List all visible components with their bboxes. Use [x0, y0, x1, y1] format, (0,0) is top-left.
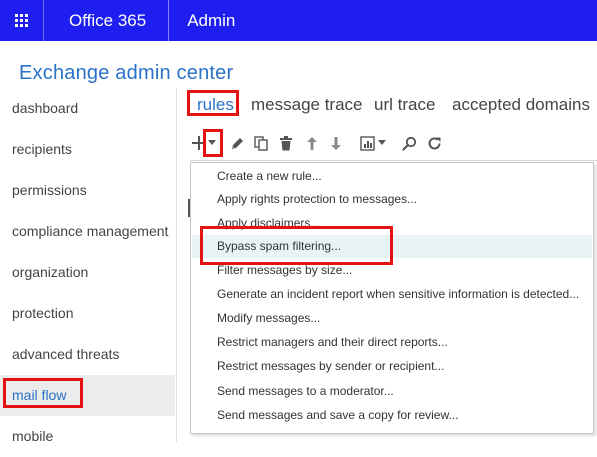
section-title: Admin: [187, 10, 236, 30]
app-launcher-icon[interactable]: [0, 0, 44, 41]
refresh-icon[interactable]: [425, 130, 443, 156]
sidebar-item-compliance-management[interactable]: compliance management: [0, 211, 175, 252]
sidebar-item-mobile[interactable]: mobile: [0, 416, 175, 457]
highlight-annotation-rules-tab: [187, 90, 239, 116]
sidebar-item-recipients[interactable]: recipients: [0, 129, 175, 170]
suite-header: Office 365 Admin: [0, 0, 597, 41]
sidebar-item-permissions[interactable]: permissions: [0, 170, 175, 211]
menu-item-generate-incident-report[interactable]: Generate an incident report when sensiti…: [192, 283, 592, 306]
tab-url-trace[interactable]: url trace: [374, 92, 435, 118]
copy-icon[interactable]: [252, 130, 270, 156]
down-arrow-icon[interactable]: [327, 130, 345, 156]
report-dropdown-icon[interactable]: [376, 130, 388, 156]
delete-icon[interactable]: [277, 130, 295, 156]
menu-item-create-new-rule[interactable]: Create a new rule...: [192, 165, 592, 188]
content-divider: [176, 88, 177, 442]
tab-message-trace[interactable]: message trace: [251, 92, 363, 118]
edit-icon[interactable]: [228, 130, 246, 156]
new-rule-menu: Create a new rule... Apply rights protec…: [190, 162, 594, 434]
sidebar-item-advanced-threats[interactable]: advanced threats: [0, 334, 175, 375]
sidebar-item-dashboard[interactable]: dashboard: [0, 88, 175, 129]
toolbar-divider: [190, 160, 597, 161]
menu-item-apply-rights-protection[interactable]: Apply rights protection to messages...: [192, 188, 592, 211]
app-name[interactable]: Office 365: [44, 0, 170, 41]
highlight-annotation-bypass-spam: [200, 226, 393, 265]
menu-item-modify-messages[interactable]: Modify messages...: [192, 307, 592, 330]
tab-accepted-domains[interactable]: accepted domains: [452, 92, 590, 118]
up-arrow-icon[interactable]: [303, 130, 321, 156]
highlight-annotation-mail-flow: [3, 378, 83, 408]
search-icon[interactable]: [400, 130, 418, 156]
menu-item-restrict-by-sender[interactable]: Restrict messages by sender or recipient…: [192, 355, 592, 378]
sidebar-item-protection[interactable]: protection: [0, 293, 175, 334]
report-icon[interactable]: [358, 130, 376, 156]
page-title: Exchange admin center: [19, 62, 234, 84]
menu-item-restrict-managers[interactable]: Restrict managers and their direct repor…: [192, 331, 592, 354]
menu-item-send-and-save-copy[interactable]: Send messages and save a copy for review…: [192, 404, 592, 427]
menu-item-send-to-moderator[interactable]: Send messages to a moderator...: [192, 380, 592, 403]
sidebar-item-organization[interactable]: organization: [0, 252, 175, 293]
highlight-annotation-new-dropdown: [203, 129, 223, 157]
